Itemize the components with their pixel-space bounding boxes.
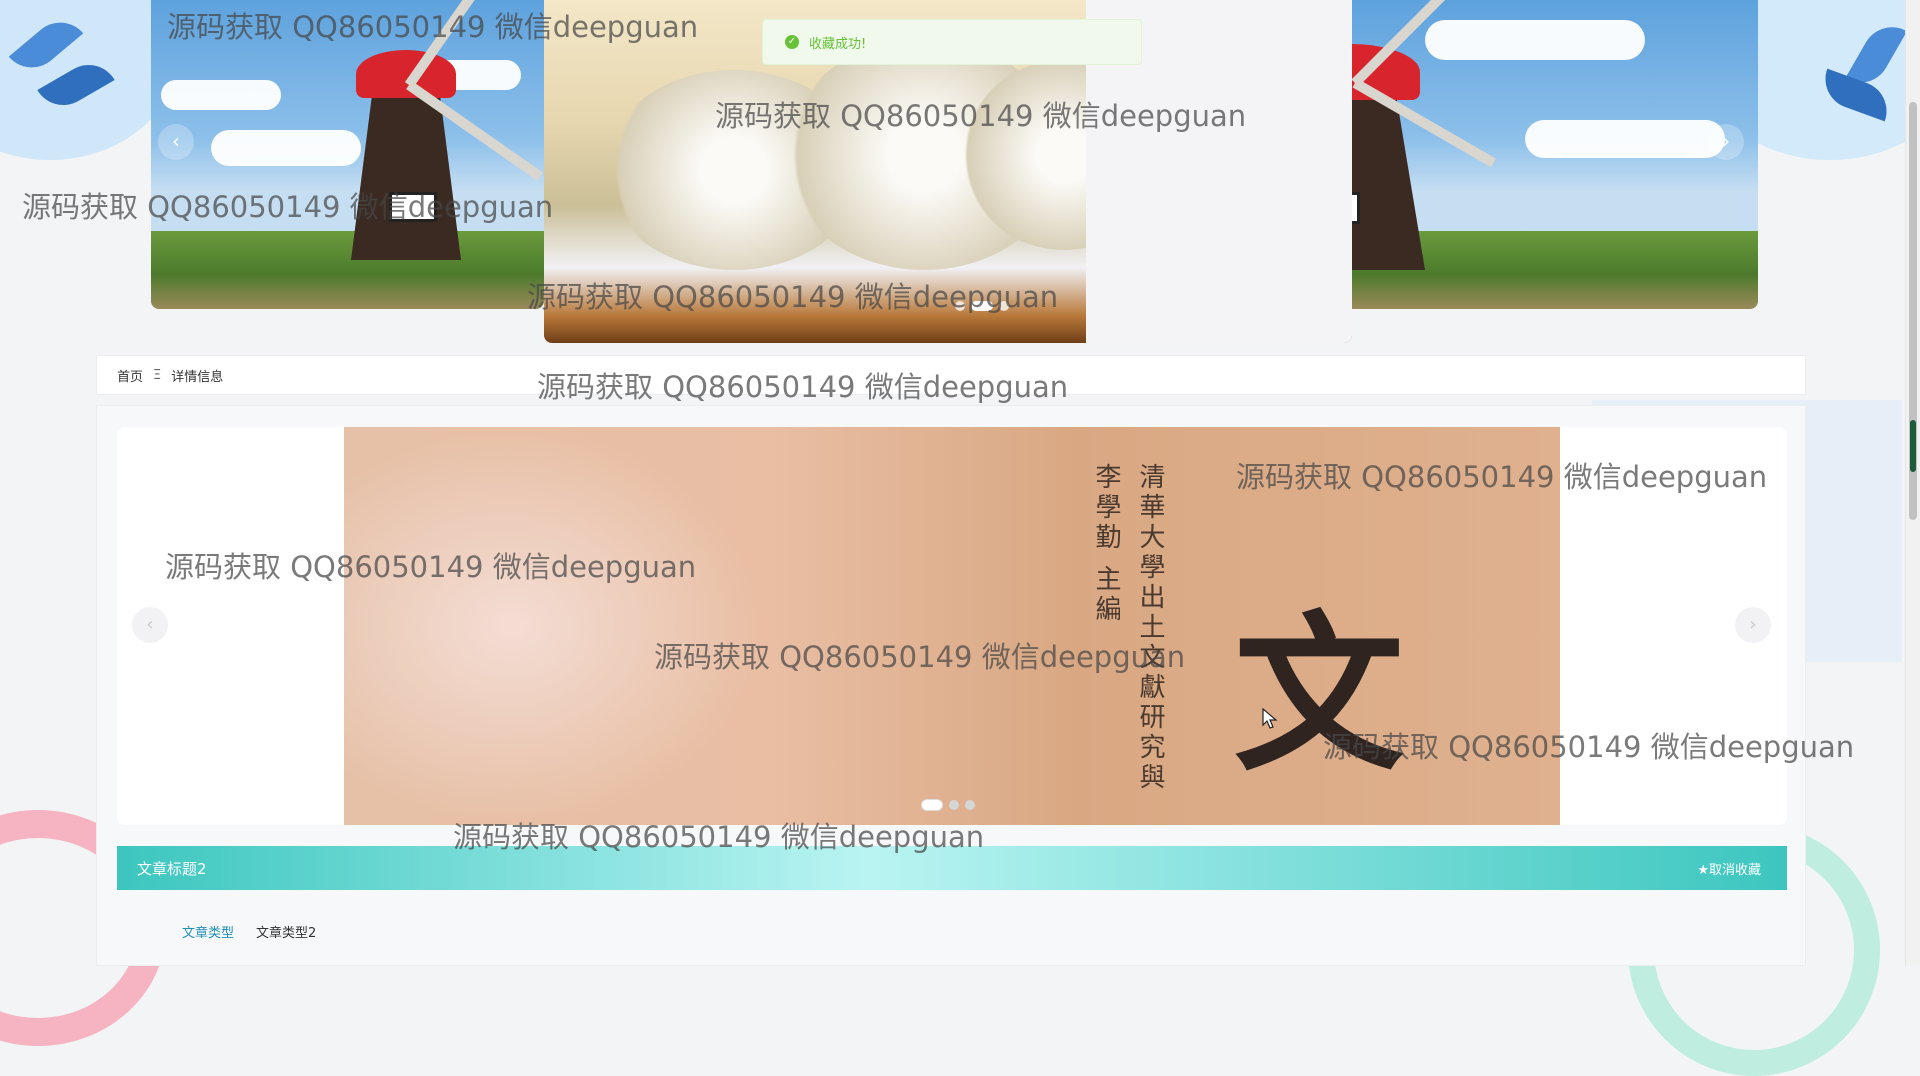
cover-title-text: 清華大學出土文獻研究與 — [1135, 463, 1165, 793]
mouse-cursor-icon — [1262, 708, 1278, 729]
article-type-label: 文章类型 — [182, 926, 235, 941]
detail-carousel-indicator[interactable] — [921, 799, 975, 811]
detail-image-carousel[interactable]: 清華大學出土文獻研究與 李學勤 主編 文 ‹ › — [117, 427, 1787, 825]
cover-big-char: 文 — [1234, 595, 1405, 795]
detail-carousel-next-button[interactable]: › — [1735, 607, 1771, 643]
detail-carousel-dot[interactable] — [965, 800, 975, 810]
breadcrumb-current: 详情信息 — [171, 369, 224, 385]
success-check-icon: ✓ — [785, 35, 799, 49]
unfavorite-button[interactable]: ★取消收藏 — [1697, 859, 1761, 878]
banner-next-button[interactable]: › — [1708, 124, 1744, 160]
article-title-bar: 文章标题2 ★取消收藏 — [117, 846, 1787, 890]
chevron-left-icon: ‹ — [172, 129, 180, 153]
article-type-row: 文章类型 文章类型2 — [182, 922, 316, 941]
toast-message: 收藏成功! — [809, 36, 867, 52]
scrollbar-marker — [1910, 420, 1916, 472]
article-title: 文章标题2 — [137, 859, 207, 878]
chevron-right-icon: › — [1722, 129, 1730, 153]
book-cover-image: 清華大學出土文獻研究與 李學勤 主編 文 — [344, 427, 1560, 825]
detail-carousel-dot-active[interactable] — [921, 799, 943, 811]
banner-slide-windmill-left[interactable] — [151, 0, 544, 309]
banner-prev-button[interactable]: ‹ — [158, 124, 194, 160]
breadcrumb-home-link[interactable]: 首页 — [117, 366, 143, 385]
success-toast: ✓ 收藏成功! — [762, 19, 1142, 65]
detail-carousel-prev-button[interactable]: ‹ — [132, 607, 168, 643]
page-scrollbar[interactable] — [1905, 0, 1920, 966]
chevron-right-icon: › — [1749, 614, 1757, 635]
banner-dot[interactable] — [999, 301, 1009, 311]
banner-dot-active[interactable] — [971, 301, 993, 311]
breadcrumb: 首页 Ξ 详情信息 — [96, 355, 1806, 395]
banner-dot[interactable] — [955, 301, 965, 311]
cover-editor-text: 李學勤 主編 — [1091, 463, 1121, 626]
article-type-value: 文章类型2 — [256, 926, 317, 941]
banner-indicator[interactable] — [955, 301, 1009, 311]
chevron-left-icon: ‹ — [146, 614, 154, 635]
breadcrumb-separator: Ξ — [153, 367, 162, 383]
detail-carousel-dot[interactable] — [949, 800, 959, 810]
